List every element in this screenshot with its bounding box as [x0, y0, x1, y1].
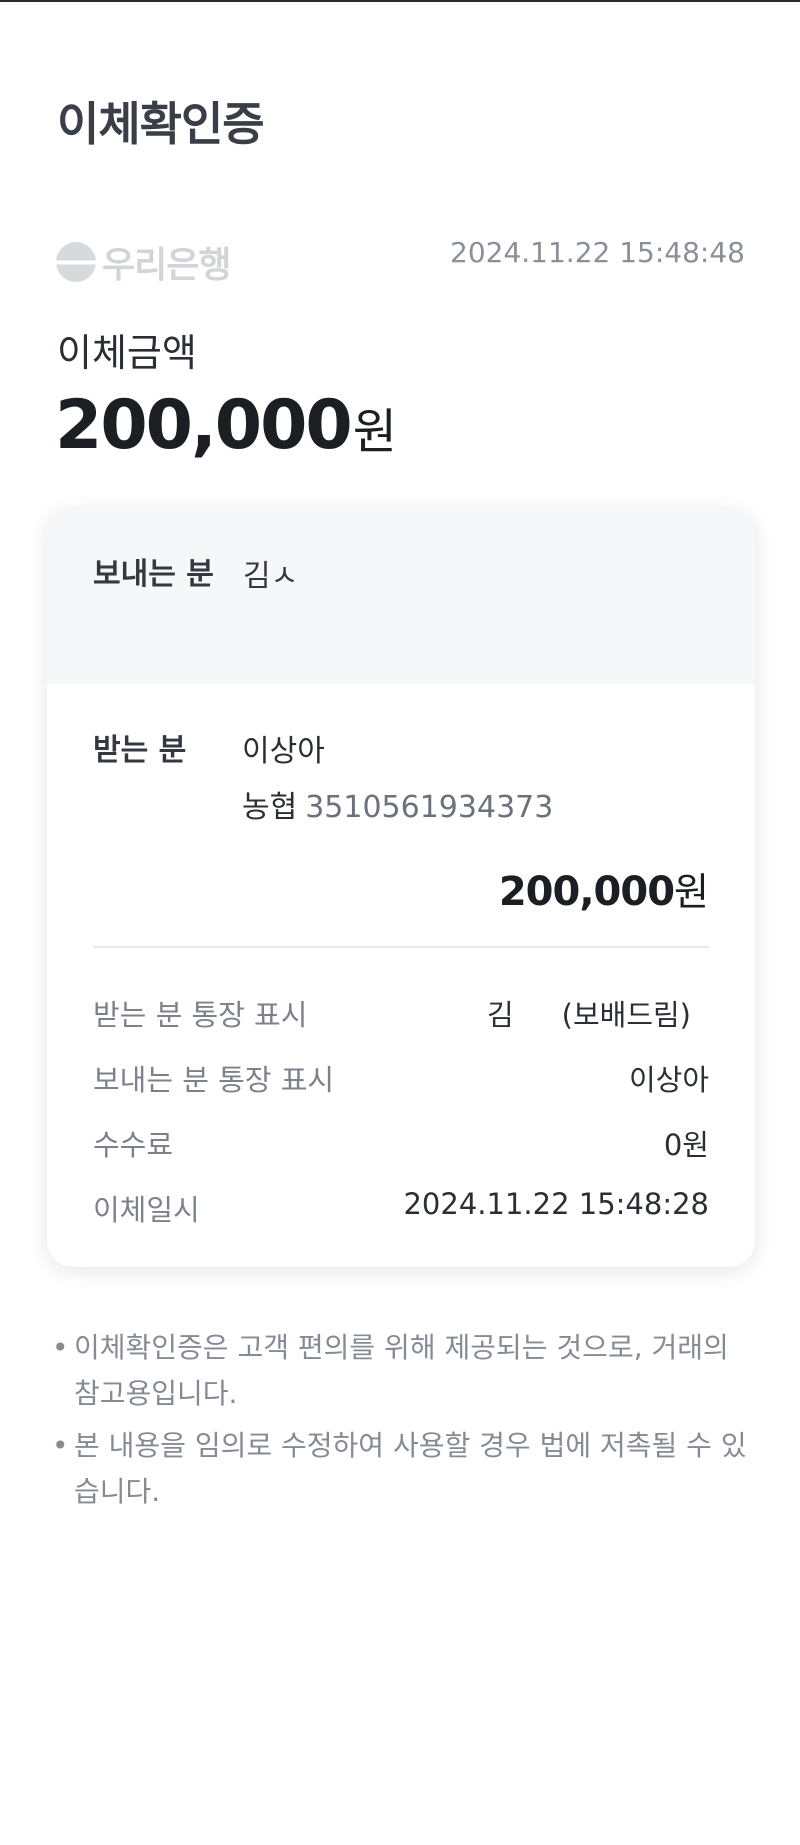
receiver-amount-value: 200,000	[498, 869, 675, 915]
detail-row-fee: 수수료 0원	[93, 1122, 709, 1162]
bank-name: 우리은행	[102, 245, 231, 286]
detail-key: 보내는 분 통장 표시	[93, 1063, 335, 1097]
receiver-account: 농협 3510561934373	[242, 782, 553, 826]
sender-label: 보내는 분	[93, 557, 214, 592]
transfer-amount-unit: 원	[352, 404, 397, 460]
detail-row-transfer-time: 이체일시 2024.11.22 15:48:28	[93, 1187, 709, 1227]
notice-item: • 본 내용을 임의로 수정하여 사용할 경우 법에 저촉될 수 있습니다.	[52, 1423, 752, 1515]
transfer-detail-card: 보내는 분 김ㅅ 받는 분 이상아 농협 3510561934373 200,00…	[47, 509, 755, 1267]
detail-value: 2024.11.22 15:48:28	[403, 1187, 709, 1221]
sender-section: 보내는 분 김ㅅ	[47, 509, 755, 684]
bank-logo-icon	[56, 242, 96, 282]
receiver-name: 이상아	[242, 734, 325, 769]
detail-key: 이체일시	[93, 1193, 200, 1227]
issued-timestamp: 2024.11.22 15:48:48	[450, 236, 745, 269]
page-title: 이체확인증	[57, 97, 265, 151]
bank-logo: 우리은행	[56, 236, 231, 288]
notice-text: 이체확인증은 고객 편의를 위해 제공되는 것으로, 거래의 참고용입니다.	[74, 1331, 729, 1410]
bullet-icon: •	[52, 1429, 69, 1462]
notice-list: • 이체확인증은 고객 편의를 위해 제공되는 것으로, 거래의 참고용입니다.…	[52, 1325, 752, 1521]
receiver-amount-unit: 원	[674, 870, 709, 914]
notice-item: • 이체확인증은 고객 편의를 위해 제공되는 것으로, 거래의 참고용입니다.	[52, 1325, 752, 1417]
detail-row-receiver-passbook: 받는 분 통장 표시 김 (보배드림)	[93, 992, 709, 1032]
receiver-label: 받는 분	[93, 733, 187, 768]
detail-key: 받는 분 통장 표시	[93, 998, 308, 1032]
receiver-account-number: 3510561934373	[305, 790, 554, 825]
detail-value-memo: (보배드림)	[561, 998, 691, 1032]
top-rule	[0, 0, 800, 2]
detail-value-name: 김	[487, 998, 514, 1032]
detail-row-sender-passbook: 보내는 분 통장 표시 이상아	[93, 1057, 709, 1097]
transfer-amount: 200,000 원	[55, 386, 397, 465]
detail-key: 수수료	[93, 1128, 174, 1162]
receiver-amount: 200,000 원	[499, 861, 709, 916]
detail-value: 이상아	[628, 1063, 709, 1097]
notice-text: 본 내용을 임의로 수정하여 사용할 경우 법에 저촉될 수 있습니다.	[74, 1429, 747, 1508]
divider	[93, 946, 709, 948]
receiver-bank: 농협	[242, 790, 298, 825]
bullet-icon: •	[52, 1331, 69, 1364]
sender-name: 김ㅅ	[243, 559, 299, 594]
amount-label: 이체금액	[57, 331, 197, 375]
transfer-amount-value: 200,000	[55, 386, 353, 465]
detail-value: 0원	[663, 1128, 709, 1162]
